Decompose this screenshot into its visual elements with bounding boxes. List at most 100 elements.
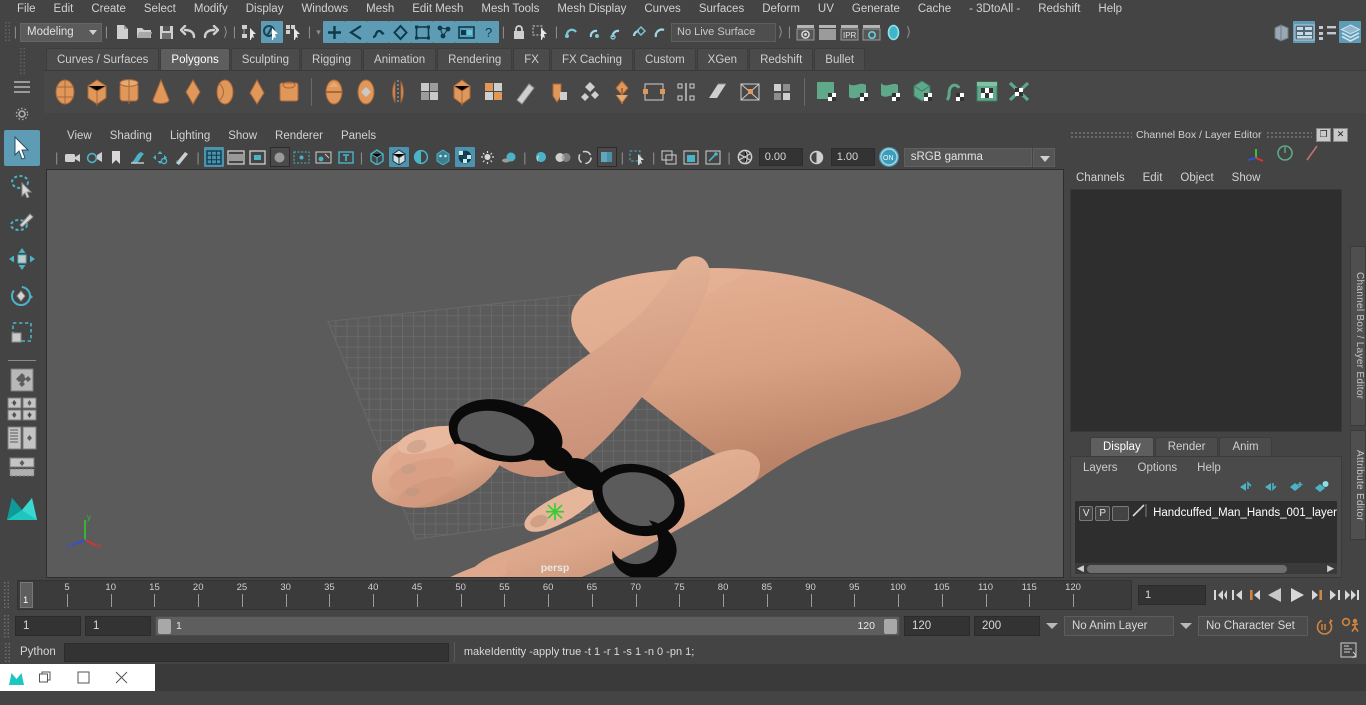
go-to-start-icon[interactable] (1210, 584, 1228, 606)
shaded-wireframe-icon[interactable] (411, 147, 431, 167)
snap-magnet-4-icon[interactable] (627, 21, 649, 43)
render-settings-icon[interactable] (860, 21, 882, 43)
side-tab-channel-box[interactable]: Channel Box / Layer Editor (1350, 246, 1366, 426)
poly-pipe-icon[interactable] (274, 76, 304, 108)
layer-menu-help[interactable]: Help (1197, 462, 1241, 474)
poly-quad-tool-icon[interactable] (767, 76, 797, 108)
shelf-tab-redshift[interactable]: Redshift (749, 48, 814, 70)
move-tool[interactable] (4, 241, 40, 277)
exposure-field[interactable]: 0.00 (758, 148, 803, 166)
menu-item-redshift[interactable]: Redshift (1029, 0, 1089, 19)
auto-key-icon[interactable] (1312, 617, 1336, 636)
exposure-control-icon[interactable] (292, 147, 312, 167)
viewport-menu-panels[interactable]: Panels (332, 130, 385, 142)
time-slider-grip[interactable] (3, 581, 11, 609)
menu-item-edit-mesh[interactable]: Edit Mesh (403, 0, 472, 19)
shelf-tab-custom[interactable]: Custom (634, 48, 696, 70)
range-end-handle[interactable] (884, 619, 897, 634)
layer-list[interactable]: V P Handcuffed_Man_Hands_001_layer (1075, 501, 1337, 563)
color-space-selector[interactable]: sRGB gamma (903, 147, 1032, 167)
render-current-frame-icon[interactable] (794, 21, 816, 43)
layer-tab-render[interactable]: Render (1154, 437, 1219, 456)
layer-tab-display[interactable]: Display (1090, 437, 1154, 456)
restore-window-icon[interactable] (26, 666, 64, 690)
gamma-icon[interactable] (807, 147, 827, 167)
panel-grip-right[interactable] (1265, 130, 1312, 139)
range-start-handle[interactable] (158, 619, 171, 634)
open-hypergraph-icon[interactable] (1316, 21, 1338, 43)
anim-layer-dropdown-arrow-icon[interactable] (1044, 616, 1060, 636)
snap-curve-icon[interactable] (345, 21, 367, 43)
hypergraph-persp-layout[interactable] (6, 454, 38, 480)
channel-box-axis-icon[interactable] (1246, 144, 1266, 167)
step-back-key-icon[interactable] (1246, 584, 1264, 606)
character-set-dropdown-arrow-icon[interactable] (1178, 616, 1194, 636)
panel-tearoff-icon[interactable] (681, 147, 701, 167)
depth-peel-transparency-icon[interactable] (596, 147, 617, 167)
menu-item-edit[interactable]: Edit (45, 0, 83, 19)
poly-cone-icon[interactable] (146, 76, 176, 108)
menu-set-selector[interactable]: Modeling (20, 22, 102, 42)
lasso-select-tool[interactable] (4, 167, 40, 203)
layer-color-swatch-icon[interactable] (1131, 503, 1147, 523)
shelf-tab-bullet[interactable]: Bullet (814, 48, 866, 70)
layer-playback-toggle[interactable]: P (1095, 505, 1110, 521)
attribute-editor-icon[interactable] (1276, 144, 1294, 167)
move-layer-up-icon[interactable] (1239, 480, 1254, 498)
viewport-menu-show[interactable]: Show (219, 130, 266, 142)
grid-toggle-icon[interactable] (203, 147, 224, 167)
channel-box-menu-edit[interactable]: Edit (1143, 172, 1181, 184)
poly-boolean-union-icon[interactable] (319, 76, 349, 108)
menu-item-3dtoall[interactable]: - 3DtoAll - (960, 0, 1029, 19)
poly-boolean-difference-icon[interactable] (351, 76, 381, 108)
xray-mode-icon[interactable] (314, 147, 334, 167)
shelf-settings-icon[interactable] (15, 107, 29, 126)
character-set-selector[interactable]: No Character Set (1198, 616, 1308, 636)
poly-separate-icon[interactable] (479, 76, 509, 108)
scroll-right-arrow-icon[interactable]: ▶ (1327, 563, 1334, 574)
live-surface-field[interactable]: No Live Surface (671, 22, 776, 42)
multi-sample-aa-icon[interactable] (575, 147, 595, 167)
render-help-icon[interactable]: ? (477, 21, 499, 43)
color-management-toggle-icon[interactable]: ON (878, 147, 899, 167)
bookmark-icon[interactable] (106, 147, 126, 167)
rotate-tool[interactable] (4, 278, 40, 314)
poly-uv-unfold-icon[interactable] (940, 76, 970, 108)
wireframe-shading-icon[interactable] (367, 147, 387, 167)
layer-list-scrollbar[interactable]: ◀ ▶ (1075, 563, 1337, 574)
shelf-tab-animation[interactable]: Animation (363, 48, 437, 70)
poly-create-polygon-icon[interactable] (511, 76, 541, 108)
snap-view-plane-icon[interactable] (411, 21, 433, 43)
command-input[interactable] (63, 642, 449, 662)
undo-icon[interactable] (177, 21, 199, 43)
poly-uv-cylinder-icon[interactable] (844, 76, 874, 108)
select-by-name-icon[interactable] (530, 21, 552, 43)
menu-item-uv[interactable]: UV (809, 0, 843, 19)
layer-tab-anim[interactable]: Anim (1219, 437, 1272, 456)
open-outliner-icon[interactable] (1270, 21, 1292, 43)
poly-bevel-icon[interactable] (575, 76, 605, 108)
channel-box-menu-channels[interactable]: Channels (1076, 172, 1143, 184)
2d-pan-zoom-icon[interactable] (150, 147, 170, 167)
poly-cube-icon[interactable] (82, 76, 112, 108)
go-to-end-icon[interactable] (1344, 584, 1362, 606)
shelf-tab-rendering[interactable]: Rendering (437, 48, 513, 70)
scroll-left-arrow-icon[interactable]: ◀ (1075, 563, 1084, 574)
maximize-window-icon[interactable] (64, 666, 102, 690)
layer-menu-options[interactable]: Options (1138, 462, 1198, 474)
menu-item-generate[interactable]: Generate (843, 0, 909, 19)
poly-multi-cut-icon[interactable] (671, 76, 701, 108)
layer-visibility-toggle[interactable]: V (1079, 505, 1094, 521)
poly-uv-layout-icon[interactable] (1004, 76, 1034, 108)
poly-connect-icon[interactable] (735, 76, 765, 108)
text-hud-icon[interactable] (336, 147, 356, 167)
play-backwards-icon[interactable] (1264, 584, 1286, 606)
time-slider[interactable]: 1 5 10 15 20 25 30 35 40 45 50 55 60 65 70 75 80 85 90 95 1… (17, 580, 1132, 610)
menu-item-mesh[interactable]: Mesh (357, 0, 403, 19)
open-scene-icon[interactable] (133, 21, 155, 43)
color-space-dropdown-arrow-icon[interactable] (1032, 147, 1055, 167)
new-layer-from-selected-icon[interactable] (1314, 480, 1329, 498)
command-line-grip[interactable] (4, 642, 12, 662)
viewport-menu-view[interactable]: View (58, 130, 101, 142)
menu-item-surfaces[interactable]: Surfaces (690, 0, 753, 19)
